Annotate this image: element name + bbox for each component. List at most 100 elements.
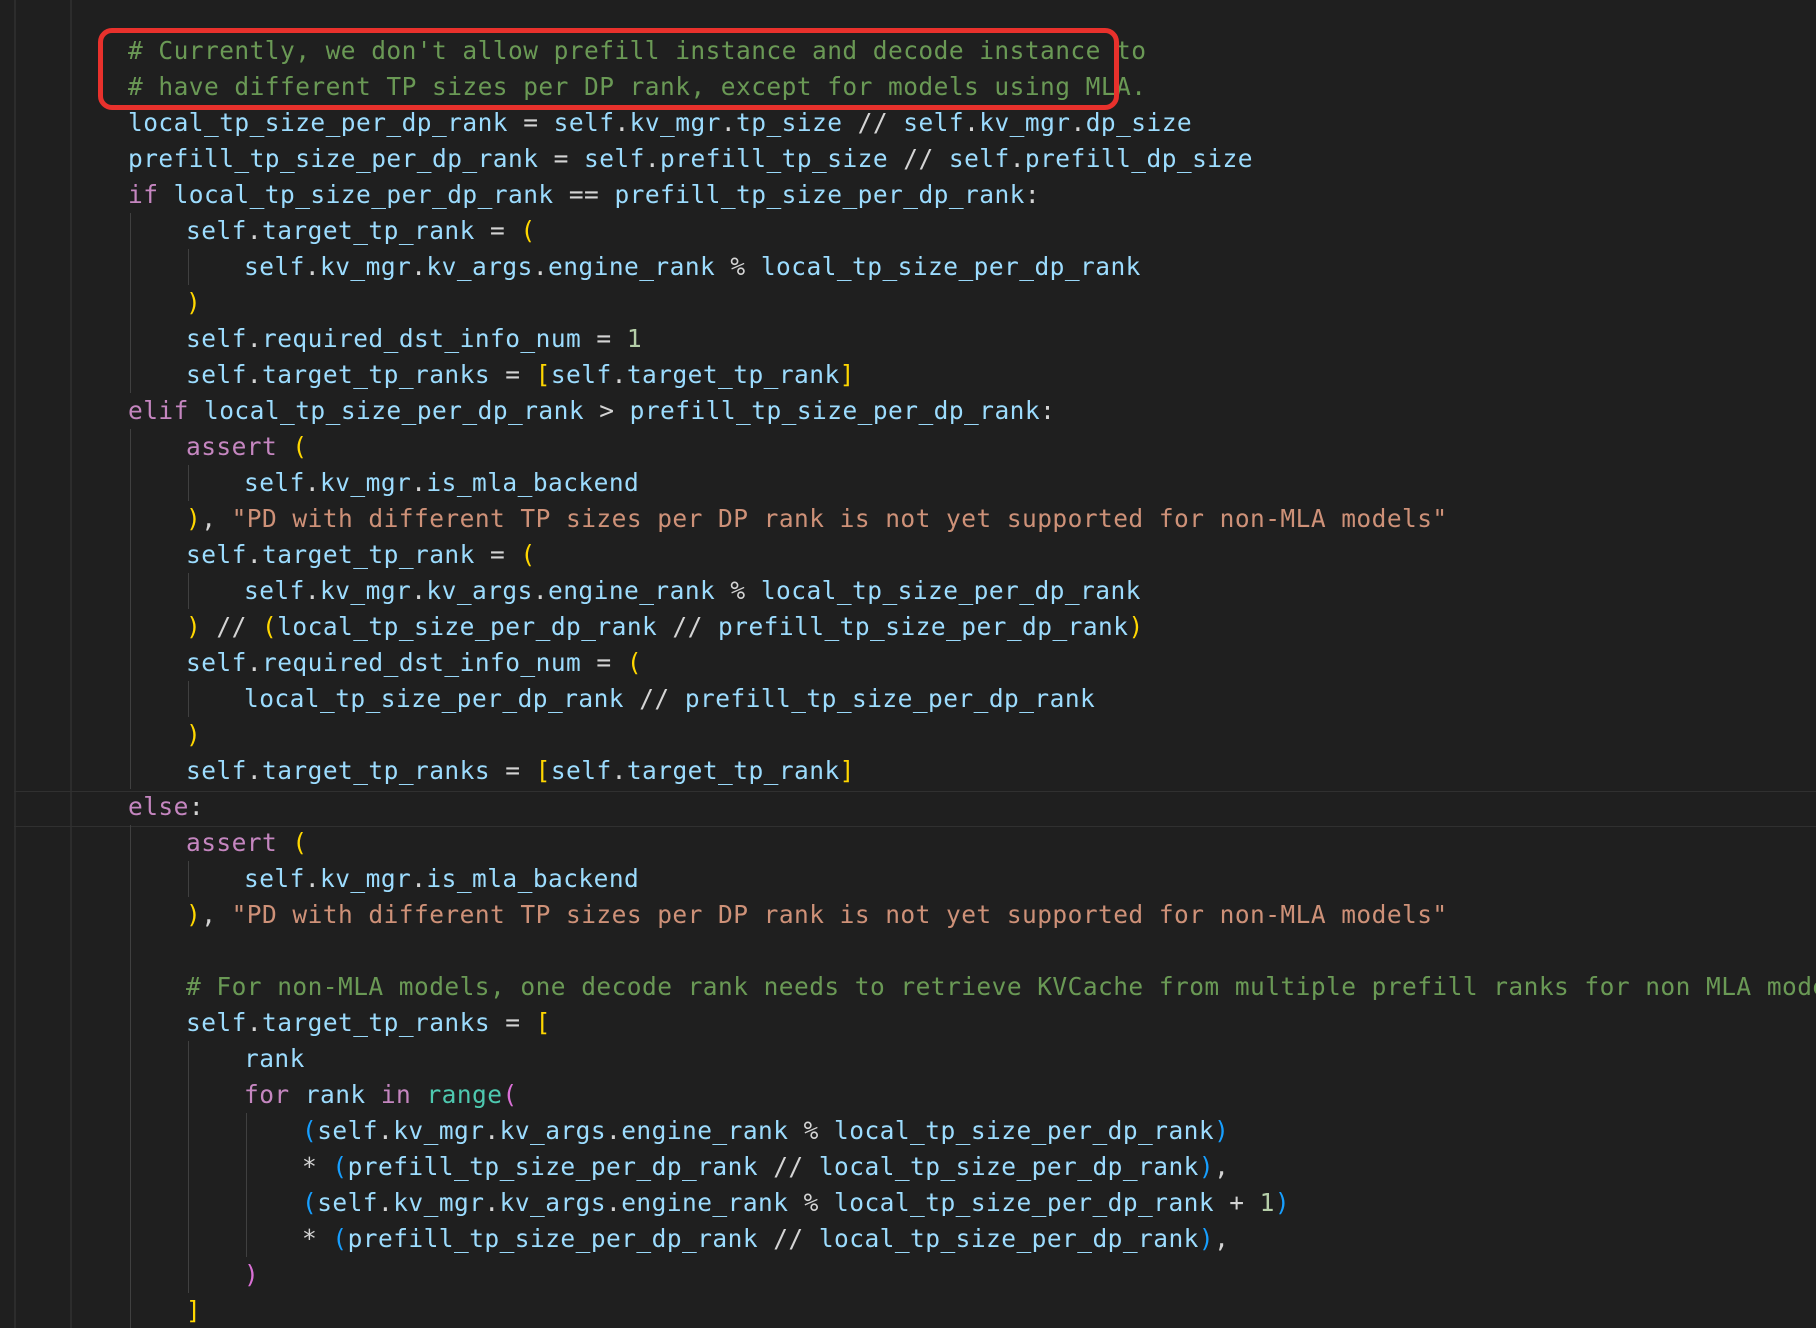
indent-guide [188, 1041, 189, 1293]
code-line[interactable]: local_tp_size_per_dp_rank = self.kv_mgr.… [128, 105, 1192, 141]
code-line[interactable]: assert ( [186, 429, 308, 465]
code-line[interactable]: prefill_tp_size_per_dp_rank = self.prefi… [128, 141, 1253, 177]
indent-guide [188, 465, 189, 501]
code-token: local_tp_size_per_dp_rank [173, 180, 554, 209]
indent-guide [188, 573, 189, 609]
code-token: assert [186, 828, 278, 857]
code-line[interactable]: # For non-MLA models, one decode rank ne… [186, 969, 1816, 1005]
current-line-highlight [14, 791, 1816, 827]
code-line[interactable]: self.target_tp_rank = ( [186, 213, 536, 249]
code-line[interactable]: local_tp_size_per_dp_rank // prefill_tp_… [244, 681, 1095, 717]
code-line[interactable]: self.kv_mgr.kv_args.engine_rank % local_… [244, 573, 1141, 609]
code-token: [ [535, 1008, 551, 1037]
indent-guide [246, 1113, 247, 1257]
code-token: prefill_tp_size_per_dp_rank [347, 1152, 759, 1181]
code-token: // [624, 684, 685, 713]
code-token: : [1024, 180, 1041, 209]
code-line[interactable]: (self.kv_mgr.kv_args.engine_rank % local… [302, 1185, 1290, 1221]
code-line[interactable]: ) [186, 285, 201, 321]
code-token: . [411, 576, 427, 605]
code-token: = [474, 540, 521, 569]
code-token: % [788, 1188, 835, 1217]
code-token: self [550, 756, 612, 785]
code-line[interactable]: self.target_tp_ranks = [self.target_tp_r… [186, 357, 855, 393]
code-line[interactable]: elif local_tp_size_per_dp_rank > prefill… [128, 393, 1055, 429]
code-token: = [490, 1008, 536, 1037]
code-line[interactable]: if local_tp_size_per_dp_rank == prefill_… [128, 177, 1040, 213]
code-token: local_tp_size_per_dp_rank [128, 108, 509, 137]
code-token: = [474, 216, 521, 245]
code-token: dp_size [1085, 108, 1193, 137]
code-token: local_tp_size_per_dp_rank [277, 612, 658, 641]
code-token: ( [332, 1224, 348, 1253]
code-token: ) [1274, 1188, 1291, 1217]
code-line[interactable]: self.required_dst_info_num = 1 [186, 321, 642, 357]
code-token: is_mla_backend [426, 864, 640, 893]
code-line[interactable]: self.target_tp_ranks = [ [186, 1005, 551, 1041]
code-token: . [411, 864, 427, 893]
outer-indent-guide [70, 0, 72, 1328]
code-token: [ [535, 756, 551, 785]
code-editor[interactable]: # Currently, we don't allow prefill inst… [0, 0, 1816, 1328]
code-token: 1 [626, 324, 643, 353]
code-line[interactable]: for rank in range( [244, 1077, 518, 1113]
code-line[interactable]: # Currently, we don't allow prefill inst… [128, 33, 1146, 69]
code-token: . [246, 360, 263, 389]
code-line[interactable]: * (prefill_tp_size_per_dp_rank // local_… [302, 1149, 1229, 1185]
code-line[interactable]: self.target_tp_rank = ( [186, 537, 536, 573]
code-token: rank [244, 1044, 305, 1073]
code-line[interactable]: self.kv_mgr.is_mla_backend [244, 465, 639, 501]
code-token: assert [186, 432, 278, 461]
code-line[interactable]: self.target_tp_ranks = [self.target_tp_r… [186, 753, 855, 789]
code-token: // [842, 108, 904, 137]
code-line[interactable]: ) // (local_tp_size_per_dp_rank // prefi… [186, 609, 1144, 645]
code-token: ( [302, 1188, 318, 1217]
code-line[interactable]: assert ( [186, 825, 308, 861]
code-line[interactable]: (self.kv_mgr.kv_args.engine_rank % local… [302, 1113, 1229, 1149]
code-line[interactable]: self.kv_mgr.is_mla_backend [244, 861, 639, 897]
code-token: ) [186, 288, 202, 317]
code-token: # Currently, we don't allow prefill inst… [128, 36, 1147, 65]
code-line[interactable]: * (prefill_tp_size_per_dp_rank // local_… [302, 1221, 1229, 1257]
code-token: prefill_tp_size_per_dp_rank [347, 1224, 759, 1253]
code-line[interactable]: ) [186, 717, 201, 753]
code-token: kv_mgr [393, 1116, 485, 1145]
code-line[interactable]: rank [244, 1041, 305, 1077]
code-token: . [304, 252, 321, 281]
code-token: ) [1214, 1116, 1230, 1145]
code-token: local_tp_size_per_dp_rank [760, 576, 1141, 605]
gutter-edge [14, 0, 16, 1328]
code-token: kv_mgr [979, 108, 1071, 137]
code-token: self [186, 540, 247, 569]
code-line[interactable]: ) [244, 1257, 259, 1293]
code-token: self [186, 216, 247, 245]
code-token: self [244, 864, 305, 893]
code-token: target_tp_rank [626, 756, 840, 785]
code-token: target_tp_ranks [262, 1008, 491, 1037]
code-token: . [611, 360, 627, 389]
code-line[interactable]: else: [128, 789, 204, 825]
code-token: for [244, 1080, 290, 1109]
code-token: engine_rank [621, 1188, 789, 1217]
code-token: ) [186, 612, 202, 641]
code-token: else [128, 792, 189, 821]
code-line[interactable]: # have different TP sizes per DP rank, e… [128, 69, 1146, 105]
code-token: if [128, 180, 159, 209]
indent-guide [188, 861, 189, 897]
code-line[interactable]: ] [186, 1293, 201, 1328]
code-token: kv_args [426, 252, 533, 281]
indent-guide [130, 213, 131, 393]
code-token: = [538, 144, 585, 173]
code-token: prefill_tp_size [660, 144, 889, 173]
code-line[interactable]: self.kv_mgr.kv_args.engine_rank % local_… [244, 249, 1141, 285]
code-token: ] [839, 360, 855, 389]
code-token: engine_rank [621, 1116, 789, 1145]
code-token: . [378, 1188, 394, 1217]
code-line[interactable]: ), "PD with different TP sizes per DP ra… [186, 501, 1448, 537]
code-line[interactable]: ), "PD with different TP sizes per DP ra… [186, 897, 1448, 933]
code-line[interactable]: self.required_dst_info_num = ( [186, 645, 642, 681]
code-token: == [553, 180, 615, 209]
